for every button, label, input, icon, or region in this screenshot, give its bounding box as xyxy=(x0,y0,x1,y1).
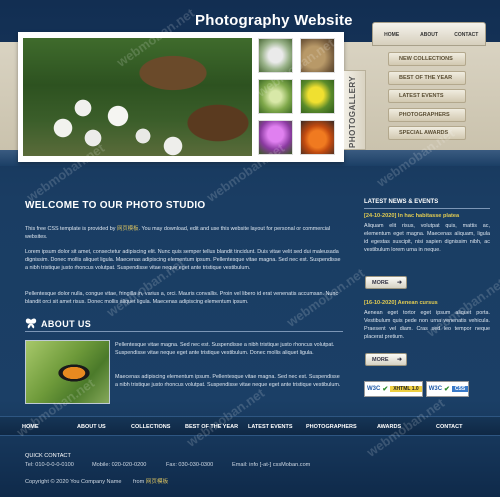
copyright-link[interactable]: 网页模板 xyxy=(146,479,168,485)
photogallery-label: PHOTOGALLERY xyxy=(348,75,357,148)
about-paragraph-2: Maecenas adipiscing elementum ipsum. Pel… xyxy=(115,374,341,388)
bottomnav-latest-events[interactable]: LATEST EVENTS xyxy=(248,417,293,437)
news-item-2-text: Aenean eget tortor eget ipsum aliquet po… xyxy=(364,310,490,340)
news-item-1-text: Aliquam elit risus, volutpat quis, matti… xyxy=(364,223,490,253)
butterfly-photo xyxy=(25,340,110,404)
about-heading: ABOUT US xyxy=(25,318,91,329)
news-heading: LATEST NEWS & EVENTS xyxy=(364,199,439,205)
site-title: Photography Website xyxy=(195,12,353,29)
page: Photography Website HOME ABOUT CONTACT P… xyxy=(0,0,500,497)
thumbnail-3[interactable] xyxy=(258,79,293,114)
more-label: MORE xyxy=(372,280,389,286)
news-divider xyxy=(364,208,490,209)
bottomnav-about-us[interactable]: ABOUT US xyxy=(77,417,106,437)
copyright-text: Copyright © 2020 You Company Name xyxy=(25,479,122,485)
quick-contact-heading: QUICK CONTACT xyxy=(25,453,71,459)
xhtml-badge[interactable]: W3C ✔ XHTML 1.0 xyxy=(364,381,423,397)
intro-text-before: This free CSS template is provided by xyxy=(25,226,117,232)
thumbnail-5[interactable] xyxy=(258,120,293,155)
copyright-from: from xyxy=(133,479,146,485)
sidemenu-photographers[interactable]: PHOTOGRAPHERS xyxy=(388,107,466,122)
intro-paragraph: This free CSS template is provided by 网页… xyxy=(25,225,343,241)
photo-frame xyxy=(18,32,344,162)
about-title: ABOUT US xyxy=(41,318,92,329)
arrow-right-icon: ➜ xyxy=(396,357,402,363)
bottomnav-best-of-year[interactable]: BEST OF THE YEAR xyxy=(185,417,238,437)
validation-badges: W3C ✔ XHTML 1.0 W3C ✔ CSS xyxy=(364,381,470,397)
welcome-heading: WELCOME TO OUR PHOTO STUDIO xyxy=(25,200,206,211)
news-item-1-more-button[interactable]: MORE ➜ xyxy=(365,276,407,289)
news-item-2-title[interactable]: [16-10-2020] Aenean cursus xyxy=(364,300,438,306)
sidemenu-latest-events[interactable]: LATEST EVENTS xyxy=(388,89,466,103)
sidemenu-new-collections[interactable]: NEW COLLECTIONS xyxy=(388,52,466,66)
sidemenu-special-awards[interactable]: SPECIAL AWARDS xyxy=(388,126,466,140)
thumbnail-1[interactable] xyxy=(258,38,293,73)
top-nav: HOME ABOUT CONTACT xyxy=(372,22,486,46)
news-item-2-more-button[interactable]: MORE ➜ xyxy=(365,353,407,366)
check-icon: ✔ xyxy=(444,386,450,393)
side-menu: NEW COLLECTIONS BEST OF THE YEAR LATEST … xyxy=(388,52,466,145)
about-divider xyxy=(25,331,343,332)
topnav-about[interactable]: ABOUT xyxy=(410,23,447,45)
bottomnav-photographers[interactable]: PHOTOGRAPHERS xyxy=(306,417,357,437)
footer-mobile: Mobile: 020-020-0200 xyxy=(92,462,147,468)
footer-tel: Tel: 010-0-0-0-0100 xyxy=(25,462,74,468)
bottomnav-home[interactable]: HOME xyxy=(22,417,39,437)
bottomnav-collections[interactable]: COLLECTIONS xyxy=(131,417,170,437)
w3c-logo: W3C xyxy=(426,386,445,392)
body-paragraph-1: Lorem ipsum dolor sit amet, consectetur … xyxy=(25,249,341,271)
hero-photo xyxy=(23,38,252,156)
css-badge[interactable]: W3C ✔ CSS xyxy=(425,381,470,397)
thumbnail-2[interactable] xyxy=(300,38,335,73)
topnav-contact[interactable]: CONTACT xyxy=(448,23,485,45)
css-label: CSS xyxy=(451,386,469,392)
template-link[interactable]: 网页模板 xyxy=(117,226,139,232)
check-icon: ✔ xyxy=(382,386,389,393)
topnav-home[interactable]: HOME xyxy=(373,23,410,45)
news-item-1-title[interactable]: [24-10-2020] In hac habitasse platea xyxy=(364,213,459,219)
copyright: Copyright © 2020 You Company Name from 网… xyxy=(25,477,168,485)
thumbnail-6[interactable] xyxy=(300,120,335,155)
arrow-right-icon: ➜ xyxy=(396,280,402,286)
more-label: MORE xyxy=(372,357,389,363)
body-paragraph-2: Pellentesque dolor nulla, congue vitae, … xyxy=(25,291,339,305)
footer-email[interactable]: Email: info [-at-] cssMoban.com xyxy=(232,462,310,468)
thumbnail-4[interactable] xyxy=(300,79,335,114)
xhtml-label: XHTML 1.0 xyxy=(390,386,422,392)
w3c-logo: W3C xyxy=(365,386,383,392)
bottomnav-contact[interactable]: CONTACT xyxy=(436,417,462,437)
bottomnav-awards[interactable]: AWARDS xyxy=(377,417,401,437)
sidemenu-best-of-year[interactable]: BEST OF THE YEAR xyxy=(388,70,466,85)
butterfly-icon xyxy=(25,318,37,329)
footer-fax: Fax: 030-030-0300 xyxy=(166,462,214,468)
bottom-nav: HOME ABOUT US COLLECTIONS BEST OF THE YE… xyxy=(0,416,500,436)
about-paragraph-1: Pellentesque vitae magna. Sed nec est. S… xyxy=(115,342,335,356)
